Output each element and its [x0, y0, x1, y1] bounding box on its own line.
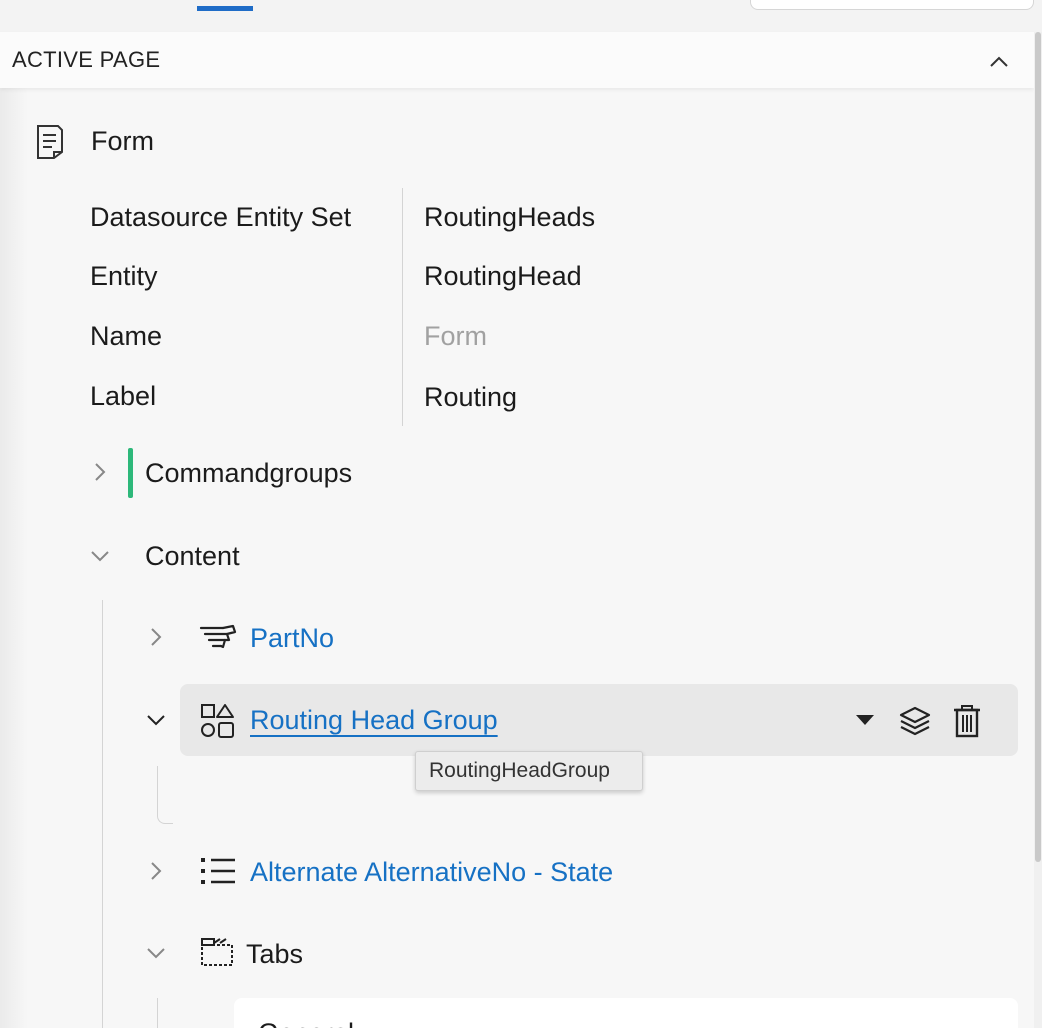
film-tab-icon — [200, 937, 234, 972]
tree-guide-line — [102, 600, 103, 1028]
tree-guide-line — [157, 998, 158, 1028]
search-input[interactable] — [750, 0, 1034, 10]
tooltip: RoutingHeadGroup — [415, 751, 643, 791]
accent-bar — [128, 448, 133, 498]
tree-guide-line — [157, 766, 173, 824]
property-key: Entity — [90, 261, 158, 291]
chevron-right-icon[interactable] — [145, 626, 167, 648]
chevron-right-icon[interactable] — [89, 461, 111, 483]
tree-node-partno[interactable]: PartNo — [250, 623, 334, 654]
tree-node-routing-head-group[interactable]: Routing Head Group — [250, 705, 498, 736]
chevron-right-icon[interactable] — [145, 860, 167, 882]
tab-card-label: General — [258, 1018, 354, 1028]
chevron-down-icon[interactable] — [89, 545, 111, 567]
tree-node-tabs[interactable]: Tabs — [246, 939, 303, 970]
section-title: ACTIVE PAGE — [12, 47, 161, 72]
layers-icon[interactable] — [898, 704, 932, 743]
property-key: Name — [90, 321, 163, 351]
active-page-header[interactable]: ACTIVE PAGE — [0, 32, 1034, 88]
scrollbar-thumb[interactable] — [1035, 32, 1041, 862]
property-key: Label — [90, 381, 157, 411]
chevron-down-icon[interactable] — [145, 942, 167, 964]
list-icon — [200, 856, 236, 891]
active-tab-indicator — [197, 6, 253, 11]
property-value[interactable]: RoutingHeads — [424, 202, 595, 233]
chevron-up-icon[interactable] — [984, 50, 1014, 74]
form-title: Form — [91, 126, 154, 156]
property-value[interactable]: RoutingHead — [424, 261, 582, 292]
top-tab-bar — [0, 0, 1042, 32]
chevron-down-icon[interactable] — [145, 709, 167, 731]
property-divider — [402, 188, 403, 426]
tree-node-commandgroups[interactable]: Commandgroups — [145, 458, 352, 489]
scrollbar[interactable] — [1034, 32, 1042, 1028]
property-key: Datasource Entity Set — [90, 202, 352, 232]
property-value-placeholder[interactable]: Form — [424, 321, 487, 352]
property-value[interactable]: Routing — [424, 382, 517, 413]
caret-down-icon[interactable] — [854, 712, 876, 733]
shapes-icon — [200, 703, 236, 744]
hand-pointer-icon — [199, 620, 237, 657]
tree-node-content[interactable]: Content — [145, 541, 240, 572]
trash-icon[interactable] — [952, 704, 982, 743]
tree-node-alternate[interactable]: Alternate AlternativeNo - State — [250, 857, 613, 888]
tab-card[interactable]: General — [234, 998, 1018, 1028]
panel-shadow — [0, 88, 28, 1028]
document-icon — [34, 124, 66, 165]
